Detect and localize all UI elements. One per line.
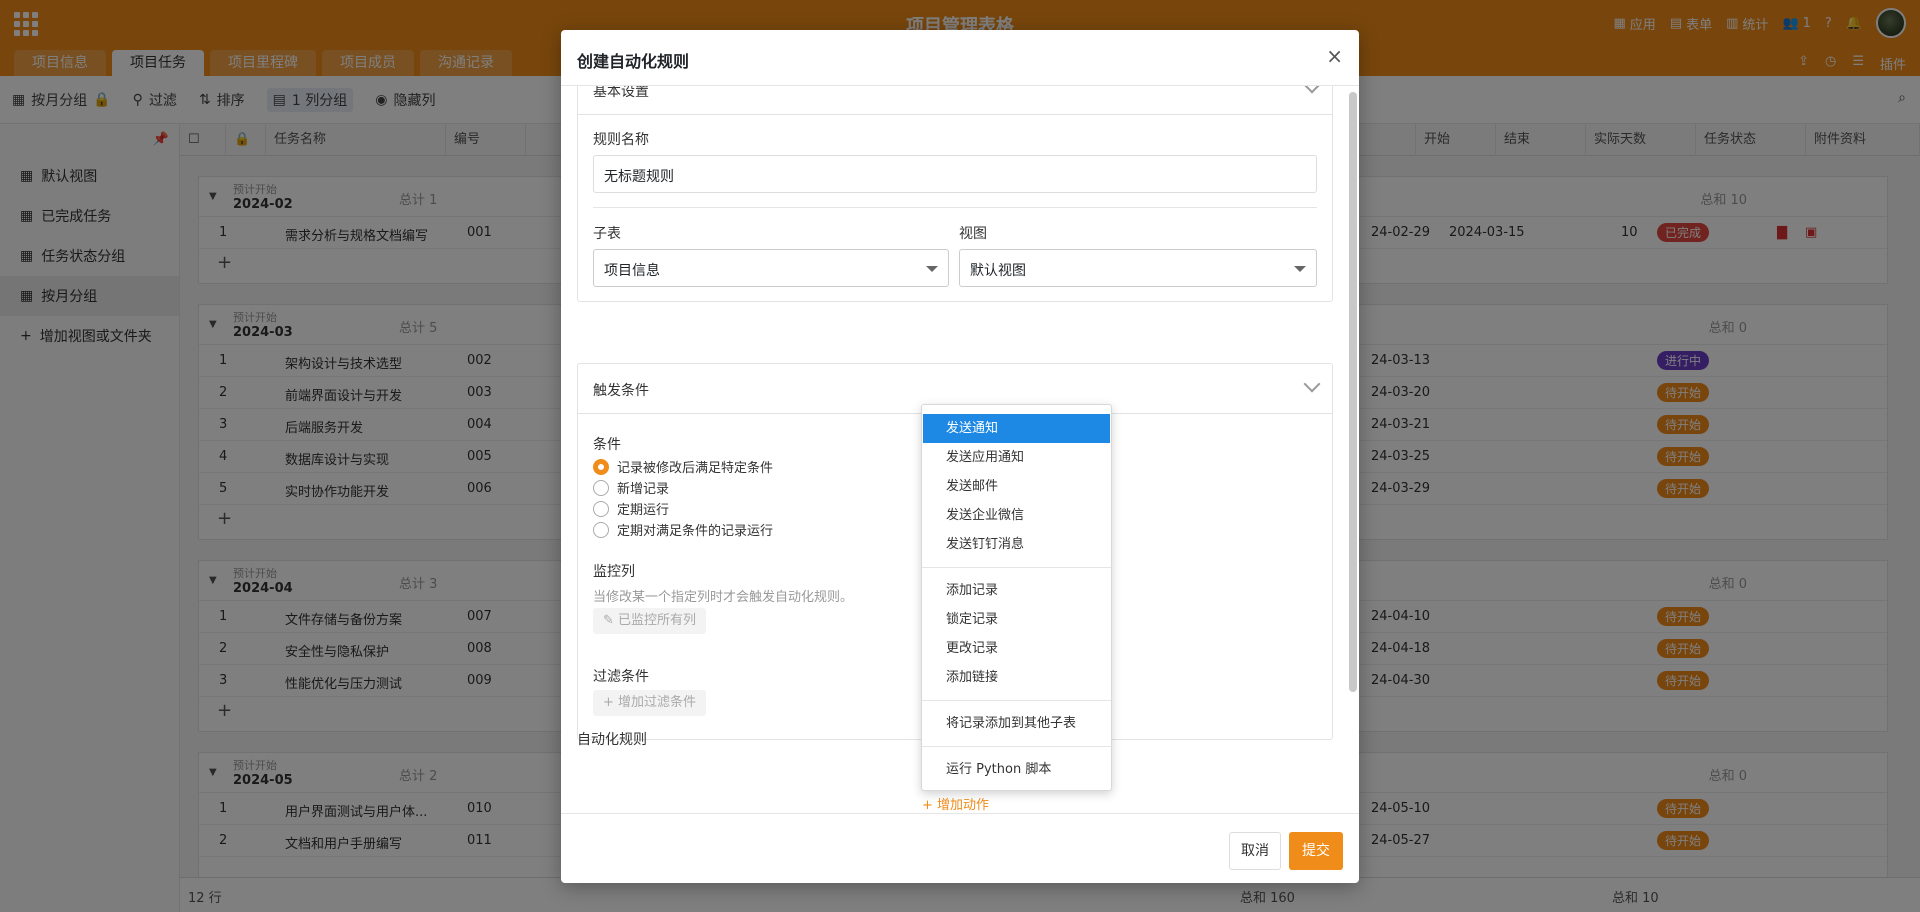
action-send-email[interactable]: 发送邮件 xyxy=(923,472,1110,501)
menu-divider xyxy=(922,700,1111,701)
filter-label: 过滤条件 xyxy=(593,669,649,685)
option-label: 定期运行 xyxy=(617,503,670,518)
plus-icon: + xyxy=(603,695,619,710)
menu-divider xyxy=(922,746,1111,747)
option-label: 记录被修改后满足特定条件 xyxy=(617,461,774,476)
table-select[interactable]: 项目信息 xyxy=(593,249,949,287)
action-send-dingtalk[interactable]: 发送钉钉消息 xyxy=(923,530,1110,559)
submit-button[interactable]: 提交 xyxy=(1289,832,1343,870)
action-add-record[interactable]: 添加记录 xyxy=(923,576,1110,605)
action-dropdown: 发送通知 发送应用通知 发送邮件 发送企业微信 发送钉钉消息 添加记录 锁定记录… xyxy=(921,404,1112,791)
rule-name-label: 规则名称 xyxy=(593,132,649,148)
automation-rules-label: 自动化规则 xyxy=(577,732,647,748)
action-send-app-notification[interactable]: 发送应用通知 xyxy=(923,443,1110,472)
condition-option-modified[interactable]: 记录被修改后满足特定条件 xyxy=(593,457,773,476)
radio-icon xyxy=(593,500,609,517)
chevron-down-icon xyxy=(1303,375,1321,393)
section-title: 触发条件 xyxy=(593,383,649,399)
close-icon[interactable]: × xyxy=(1326,44,1343,68)
caret-down-icon xyxy=(926,266,938,272)
view-select[interactable]: 默认视图 xyxy=(959,249,1317,287)
monitor-label: 监控列 xyxy=(593,564,635,580)
radio-selected-icon xyxy=(593,458,609,475)
add-filter-button[interactable]: + 增加过滤条件 xyxy=(593,690,707,716)
basic-settings-section: 基本设置 规则名称 无标题规则 子表 项目信息 视图 默认视图 xyxy=(577,86,1333,302)
monitor-button-label: 已监控所有列 xyxy=(618,613,697,628)
action-send-notification[interactable]: 发送通知 xyxy=(923,414,1110,443)
view-select-value: 默认视图 xyxy=(970,263,1026,279)
caret-down-icon xyxy=(1294,266,1306,272)
dialog-header: 创建自动化规则 × xyxy=(561,30,1359,86)
rule-name-input[interactable]: 无标题规则 xyxy=(593,155,1317,193)
monitor-columns-button[interactable]: ✎ 已监控所有列 xyxy=(593,608,707,634)
action-run-python[interactable]: 运行 Python 脚本 xyxy=(923,755,1110,784)
add-action-button[interactable]: + 增加动作 xyxy=(922,794,989,813)
table-select-value: 项目信息 xyxy=(604,263,660,279)
monitor-hint: 当修改某一个指定列时才会触发自动化规则。 xyxy=(593,590,854,605)
action-send-wecom[interactable]: 发送企业微信 xyxy=(923,501,1110,530)
action-add-to-other-table[interactable]: 将记录添加到其他子表 xyxy=(923,709,1110,738)
radio-icon xyxy=(593,479,609,496)
table-label: 子表 xyxy=(593,226,621,242)
dialog-title: 创建自动化规则 xyxy=(577,52,690,71)
section-title: 基本设置 xyxy=(593,86,649,100)
condition-option-scheduled[interactable]: 定期运行 xyxy=(593,499,669,518)
option-label: 定期对满足条件的记录运行 xyxy=(617,524,774,539)
dialog-footer: 取消 提交 xyxy=(561,813,1359,883)
divider xyxy=(593,207,1317,208)
condition-option-new[interactable]: 新增记录 xyxy=(593,478,669,497)
action-update-record[interactable]: 更改记录 xyxy=(923,634,1110,663)
condition-label: 条件 xyxy=(593,437,621,453)
view-label: 视图 xyxy=(959,226,987,242)
pencil-icon: ✎ xyxy=(603,613,619,628)
add-filter-label: 增加过滤条件 xyxy=(618,695,697,710)
option-label: 新增记录 xyxy=(617,482,670,497)
section-header[interactable]: 基本设置 xyxy=(578,86,1332,115)
cancel-button[interactable]: 取消 xyxy=(1229,832,1281,870)
action-lock-record[interactable]: 锁定记录 xyxy=(923,605,1110,634)
radio-icon xyxy=(593,521,609,538)
condition-option-scheduled-filter[interactable]: 定期对满足条件的记录运行 xyxy=(593,520,773,539)
dialog-scrollbar[interactable] xyxy=(1349,92,1357,692)
menu-divider xyxy=(922,567,1111,568)
chevron-down-icon xyxy=(1303,86,1321,94)
action-add-link[interactable]: 添加链接 xyxy=(923,663,1110,692)
